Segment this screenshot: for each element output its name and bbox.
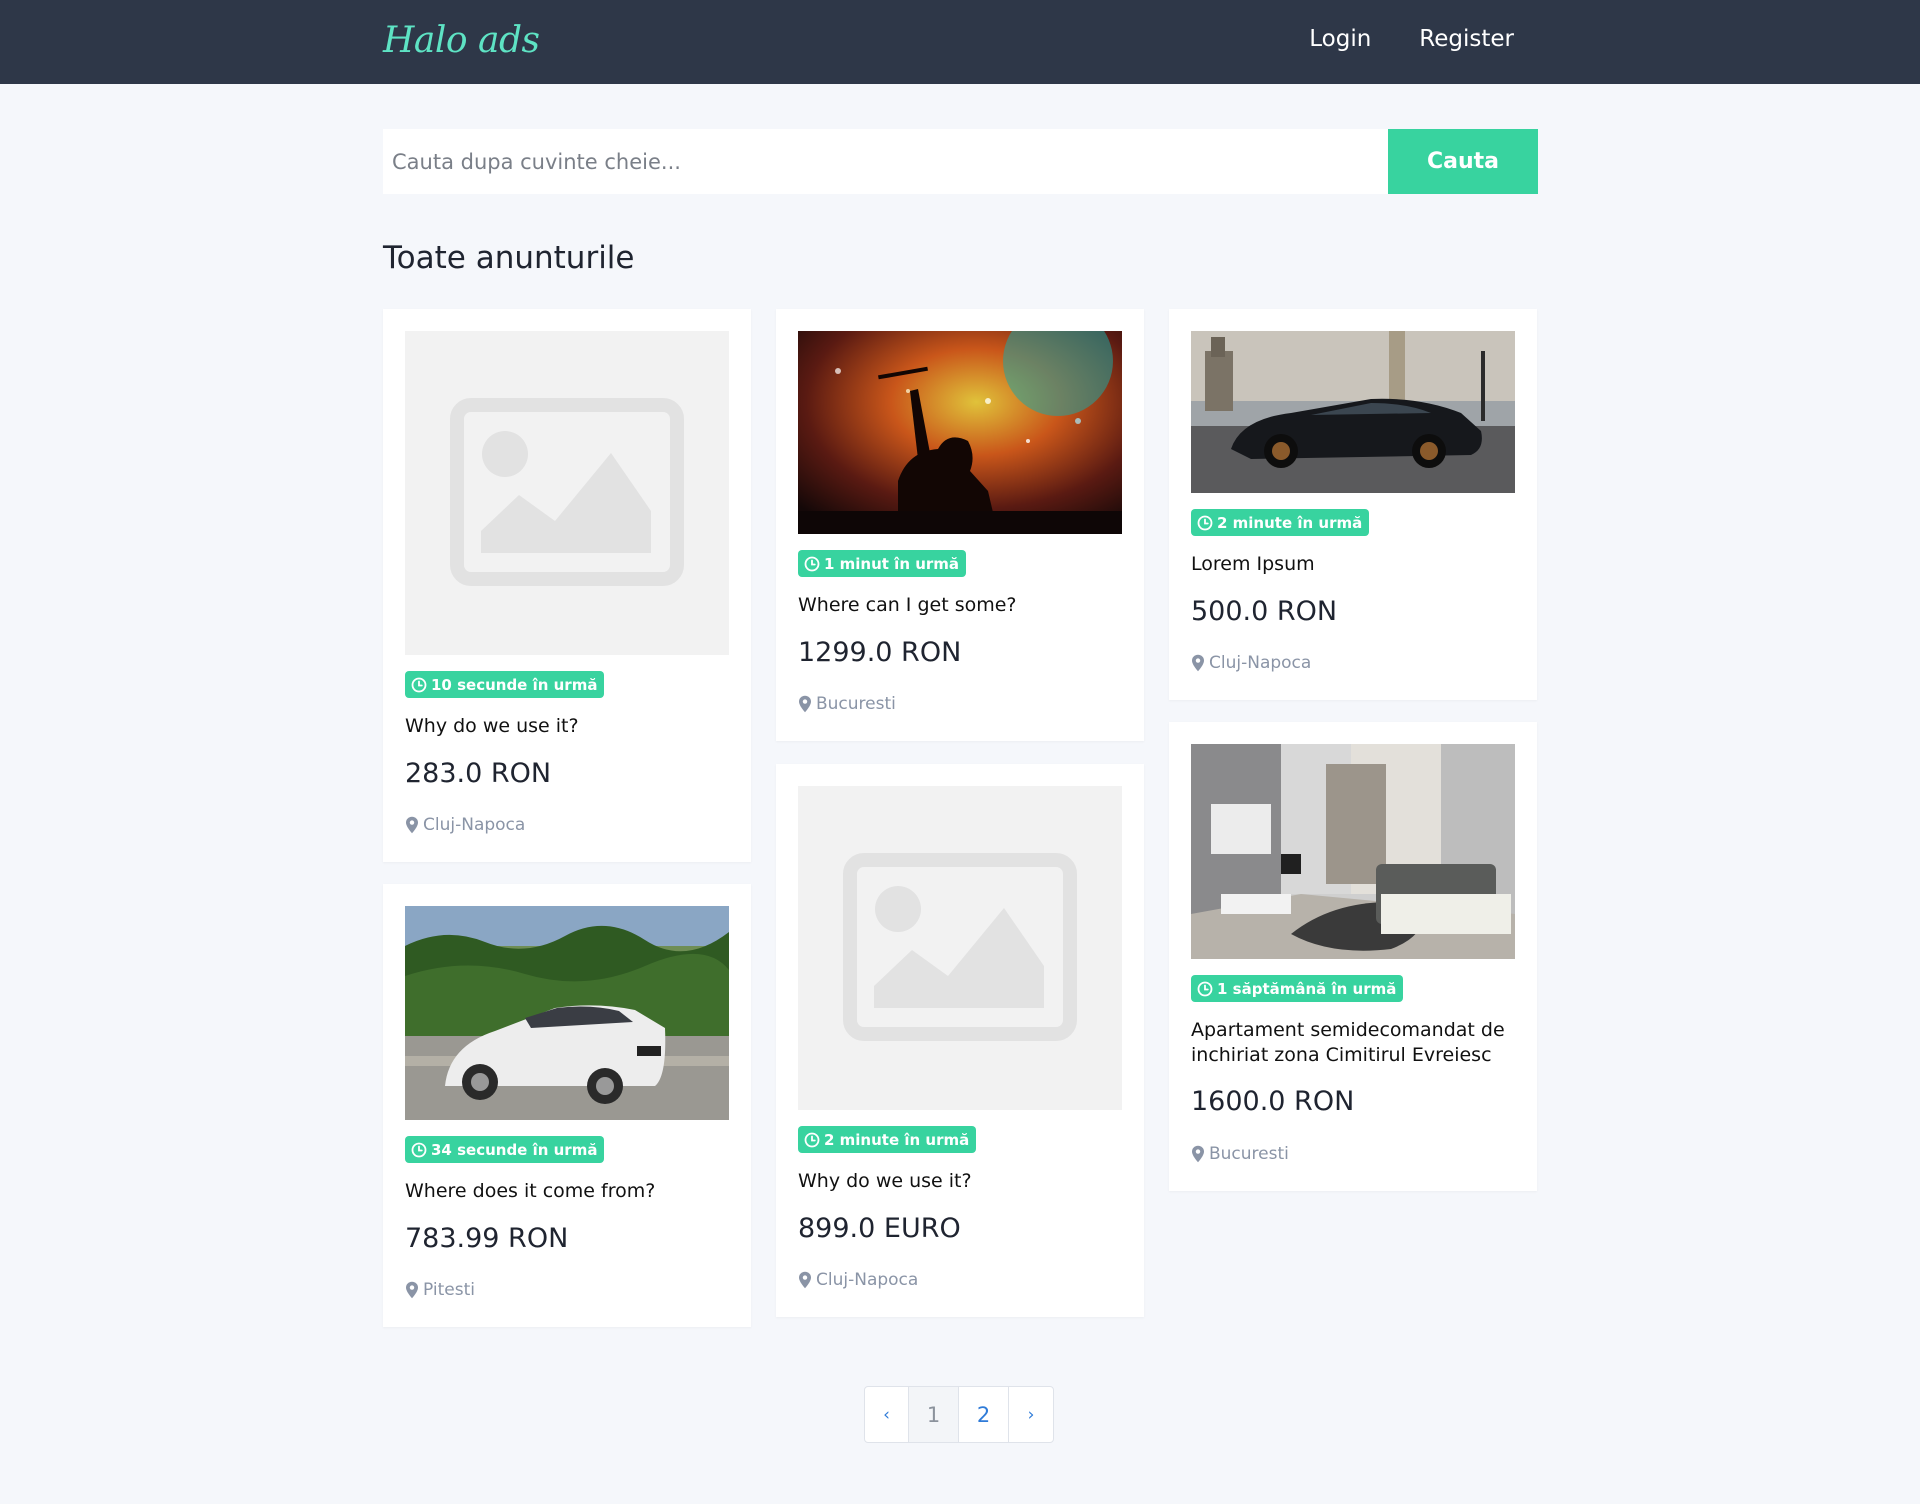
map-pin-icon [406,816,418,834]
listing-card[interactable]: 2 minute în urmă Lorem Ipsum 500.0 RON C… [1169,309,1537,700]
page-2-button[interactable]: 2 [959,1387,1009,1442]
nav-links: Login Register [1309,26,1514,52]
listing-price: 500.0 RON [1191,596,1338,627]
time-text: 2 minute în urmă [1217,513,1363,532]
white-car-photo [405,906,729,1120]
brand-logo[interactable]: Halo ads [383,20,540,61]
placeholder-image [405,331,729,655]
listing-card[interactable]: 34 secunde în urmă Where does it come fr… [383,884,751,1327]
time-text: 1 minut în urmă [824,554,960,573]
listing-card[interactable]: 1 minut în urmă Where can I get some? 12… [776,309,1144,741]
map-pin-icon [1192,654,1204,672]
clock-icon [1197,981,1213,996]
search-button[interactable]: Cauta [1388,129,1538,194]
time-text: 1 săptămână în urmă [1217,979,1397,998]
listing-title[interactable]: Where can I get some? [798,593,1122,618]
search-bar: Cauta [383,129,1538,194]
register-link[interactable]: Register [1419,26,1514,52]
listing-price: 783.99 RON [405,1223,569,1254]
listing-card[interactable]: 2 minute în urmă Why do we use it? 899.0… [776,764,1144,1317]
top-navbar: Halo ads Login Register [0,0,1920,84]
time-badge: 1 minut în urmă [798,550,967,577]
login-link[interactable]: Login [1309,26,1371,52]
clock-icon [804,1132,820,1147]
time-badge: 34 secunde în urmă [405,1136,605,1163]
time-badge: 2 minute în urmă [798,1126,977,1153]
listing-location: Cluj-Napoca [1191,653,1311,673]
listing-location: Bucuresti [798,694,896,714]
listing-title[interactable]: Apartament semidecomandat de inchiriat z… [1191,1018,1515,1068]
image-placeholder-icon [450,398,684,586]
listing-price: 1299.0 RON [798,637,962,668]
clock-icon [804,556,820,571]
listing-title[interactable]: Lorem Ipsum [1191,552,1515,577]
placeholder-image [798,786,1122,1110]
concert-drummer-photo [798,331,1122,534]
pagination: ‹ 1 2 › [864,1386,1054,1443]
listing-price: 283.0 RON [405,758,552,789]
listing-location: Cluj-Napoca [405,815,525,835]
time-badge: 1 săptămână în urmă [1191,975,1404,1002]
search-input[interactable] [383,129,1388,194]
listing-title[interactable]: Why do we use it? [405,714,729,739]
time-badge: 2 minute în urmă [1191,509,1370,536]
map-pin-icon [406,1281,418,1299]
clock-icon [1197,515,1213,530]
living-room-photo-icon [1191,744,1515,959]
map-pin-icon [1192,1145,1204,1163]
time-badge: 10 secunde în urmă [405,671,605,698]
time-text: 34 secunde în urmă [431,1140,598,1159]
listing-location: Pitesti [405,1280,475,1300]
clock-icon [411,677,427,692]
listing-title[interactable]: Why do we use it? [798,1169,1122,1194]
listing-price: 1600.0 RON [1191,1086,1355,1117]
map-pin-icon [799,695,811,713]
listing-card[interactable]: 10 secunde în urmă Why do we use it? 283… [383,309,751,862]
concert-photo-icon [798,331,1122,534]
clock-icon [411,1142,427,1157]
car-photo-icon [405,906,729,1120]
time-text: 2 minute în urmă [824,1130,970,1149]
prev-page-button[interactable]: ‹ [865,1387,909,1442]
listing-location: Bucuresti [1191,1144,1289,1164]
next-page-button[interactable]: › [1009,1387,1053,1442]
listing-price: 899.0 EURO [798,1213,961,1244]
sports-car-photo-icon [1191,331,1515,493]
time-text: 10 secunde în urmă [431,675,598,694]
living-room-photo [1191,744,1515,959]
black-sports-car-photo [1191,331,1515,493]
map-pin-icon [799,1271,811,1289]
listing-title[interactable]: Where does it come from? [405,1179,729,1204]
page-title: Toate anunturile [383,240,635,276]
page-1-button[interactable]: 1 [909,1387,959,1442]
image-placeholder-icon [843,853,1077,1041]
listing-location: Cluj-Napoca [798,1270,918,1290]
listing-card[interactable]: 1 săptămână în urmă Apartament semidecom… [1169,722,1537,1191]
